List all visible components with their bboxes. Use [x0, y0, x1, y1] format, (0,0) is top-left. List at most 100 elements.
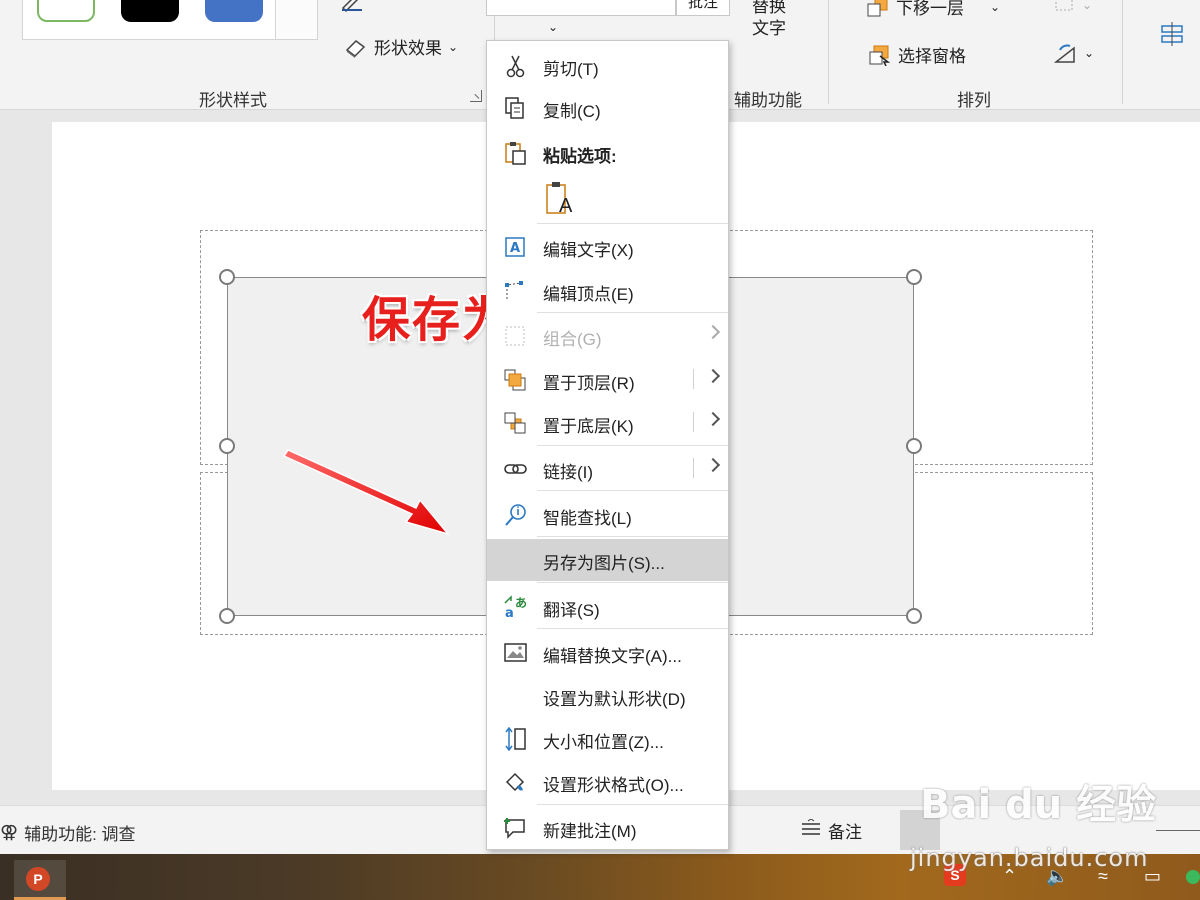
- split-divider: [693, 412, 694, 432]
- menu-item-size-and-position[interactable]: 大小和位置(Z)...: [487, 718, 728, 758]
- menu-item-label: 置于底层(K): [543, 417, 634, 436]
- chevron-down-icon: ⌄: [990, 0, 1001, 14]
- style-swatch-black[interactable]: [121, 0, 179, 22]
- chevron-down-icon: ⌄: [1084, 46, 1095, 60]
- taskbar-powerpoint[interactable]: P: [14, 860, 66, 900]
- menu-item-edit-alt-text[interactable]: 编辑替换文字(A)...: [487, 632, 728, 672]
- menu-separator: [537, 312, 728, 313]
- chevron-right-icon[interactable]: [705, 368, 721, 384]
- menu-separator: [537, 445, 728, 446]
- resize-handle-bottom-left[interactable]: [219, 608, 235, 624]
- split-divider: [693, 458, 694, 478]
- menu-item-label: 粘贴选项:: [543, 147, 617, 166]
- resize-handle-top-right[interactable]: [906, 269, 922, 285]
- resize-handle-middle-right[interactable]: [906, 438, 922, 454]
- shape-effects-button[interactable]: 形状效果 ⌄: [344, 34, 458, 59]
- wifi-icon[interactable]: ≈: [1098, 866, 1108, 887]
- link-icon: [503, 457, 529, 481]
- group-objects-button[interactable]: ⌄: [1052, 0, 1092, 16]
- copy-icon: [503, 96, 529, 120]
- style-swatch-blue[interactable]: [205, 0, 263, 22]
- align-button[interactable]: [1160, 22, 1184, 46]
- menu-item-label: 智能查找(L): [543, 509, 632, 528]
- menu-item-bring-to-front[interactable]: 置于顶层(R): [487, 359, 728, 399]
- menu-item-format-shape[interactable]: 设置形状格式(O)...: [487, 761, 728, 801]
- slideshow-button[interactable]: [1094, 810, 1134, 850]
- group-icon: [503, 324, 529, 348]
- menu-item-save-as-picture[interactable]: 另存为图片(S)...: [487, 539, 728, 581]
- menu-item-edit-text[interactable]: A 编辑文字(X): [487, 226, 728, 266]
- zoom-slider[interactable]: [1156, 830, 1200, 831]
- menu-item-set-default-shape[interactable]: 设置为默认形状(D): [487, 675, 728, 715]
- shape-outline-button[interactable]: [340, 0, 364, 13]
- menu-item-send-to-back[interactable]: 置于底层(K): [487, 402, 728, 442]
- dialog-launcher-icon[interactable]: [470, 90, 482, 102]
- menu-item-cut[interactable]: 剪切(T): [487, 45, 728, 85]
- menu-item-new-comment[interactable]: 新建批注(M): [487, 807, 728, 847]
- resize-handle-bottom-right[interactable]: [906, 608, 922, 624]
- alt-text-button[interactable]: 替换 文字: [752, 0, 786, 40]
- reading-view-button[interactable]: [1032, 810, 1072, 850]
- alt-text-icon: [503, 641, 529, 665]
- chevron-down-icon[interactable]: ⌄: [548, 20, 558, 34]
- resize-handle-middle-left[interactable]: [219, 438, 235, 454]
- menu-item-translate[interactable]: aあ 翻译(S): [487, 586, 728, 626]
- split-divider: [693, 369, 694, 389]
- normal-view-button[interactable]: [900, 810, 940, 850]
- menu-item-copy[interactable]: 复制(C): [487, 87, 728, 127]
- battery-icon[interactable]: ▭: [1144, 866, 1161, 887]
- menu-item-smart-lookup[interactable]: 智能查找(L): [487, 494, 728, 534]
- alt-text-line2: 文字: [752, 19, 786, 38]
- resize-handle-top-left[interactable]: [219, 269, 235, 285]
- ime-icon[interactable]: S: [944, 864, 966, 886]
- group-icon: [1052, 0, 1076, 16]
- chevron-up-icon[interactable]: ⌃: [1002, 866, 1017, 887]
- svg-text:A: A: [510, 241, 520, 256]
- style-swatch-white-green[interactable]: [37, 0, 95, 22]
- menu-item-label: 新建批注(M): [543, 822, 637, 841]
- menu-item-edit-points[interactable]: 编辑顶点(E): [487, 270, 728, 310]
- send-backward-button[interactable]: 下移一层 ⌄: [866, 0, 1000, 19]
- chevron-right-icon[interactable]: [705, 457, 721, 473]
- shape-context-menu: 剪切(T) 复制(C) 粘贴选项: A A 编辑文字(X) 编辑顶点(E) 组合…: [486, 40, 729, 850]
- menu-item-label: 复制(C): [543, 102, 601, 121]
- new-comment-icon: [503, 816, 529, 840]
- rotate-button[interactable]: ⌄: [1053, 42, 1095, 64]
- group-label-accessibility: 辅助功能: [734, 91, 802, 110]
- red-arrow-annotation: [282, 449, 451, 536]
- shape-effects-icon: [344, 36, 368, 58]
- menu-item-label: 设置形状格式(O)...: [543, 776, 684, 795]
- accessibility-status[interactable]: ⚢ 辅助功能: 调查: [0, 820, 136, 845]
- shape-style-gallery[interactable]: [22, 0, 276, 40]
- menu-item-label: 大小和位置(Z)...: [543, 733, 664, 752]
- paste-icon: [503, 141, 529, 165]
- group-label-arrange: 排列: [957, 91, 991, 110]
- gallery-scroll[interactable]: [276, 0, 318, 40]
- menu-separator: [537, 628, 728, 629]
- comment-button[interactable]: 批注: [676, 0, 730, 16]
- chevron-right-icon[interactable]: [705, 411, 721, 427]
- svg-text:あ: あ: [515, 596, 527, 610]
- group-divider: [1122, 0, 1123, 104]
- notes-button[interactable]: 备注: [800, 818, 862, 843]
- paste-option-keep-text-only[interactable]: A: [487, 177, 728, 221]
- menu-item-link[interactable]: 链接(I): [487, 448, 728, 488]
- menu-item-paste-options-header: 粘贴选项:: [487, 132, 728, 172]
- slide-sorter-button[interactable]: [972, 810, 1012, 850]
- menu-item-group[interactable]: 组合(G): [487, 315, 728, 355]
- edit-points-icon: [503, 279, 529, 303]
- paste-option-label: A: [559, 195, 573, 217]
- notes-icon: [800, 818, 822, 842]
- menu-separator: [537, 490, 728, 491]
- menu-item-label: 另存为图片(S)...: [543, 554, 665, 573]
- size-position-icon: [503, 726, 529, 752]
- wechat-icon[interactable]: [1186, 870, 1200, 884]
- wordart-gallery[interactable]: [486, 0, 676, 16]
- accessibility-status-label: 辅助功能: 调查: [24, 825, 136, 844]
- selection-pane-icon: [868, 44, 892, 66]
- pen-icon: [340, 0, 364, 13]
- align-icon: [1160, 22, 1184, 46]
- volume-icon[interactable]: 🔈: [1046, 866, 1068, 887]
- selection-pane-button[interactable]: 选择窗格: [868, 42, 966, 67]
- rotate-icon: [1053, 42, 1078, 64]
